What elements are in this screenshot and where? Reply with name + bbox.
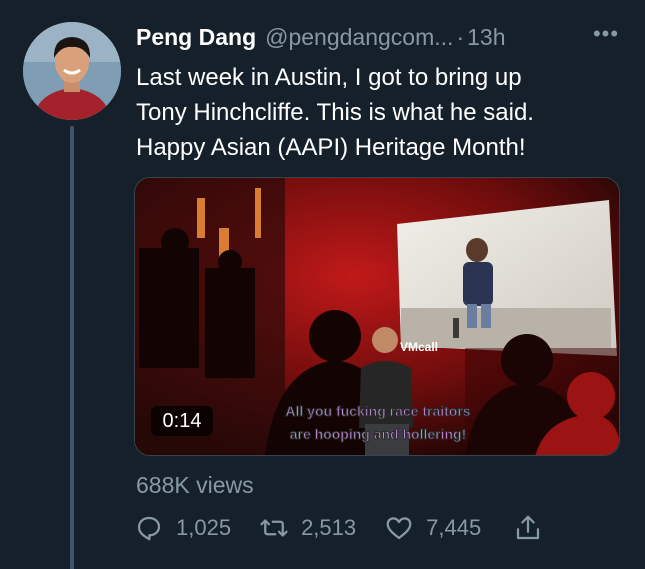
thread-line bbox=[70, 126, 74, 569]
avatar-image bbox=[23, 22, 121, 120]
share-button[interactable] bbox=[513, 513, 543, 543]
action-bar: 1,025 2,513 7,445 bbox=[134, 510, 543, 546]
like-button[interactable]: 7,445 bbox=[384, 513, 481, 543]
video-caption-line: are hooping and hollering! bbox=[290, 426, 467, 442]
tweet-text-line: Happy Asian (AAPI) Heritage Month! bbox=[136, 134, 526, 161]
tweet-header: Peng Dang @pengdangcom... · 13h bbox=[136, 22, 628, 52]
retweet-button[interactable]: 2,513 bbox=[259, 513, 356, 543]
tweet-timestamp[interactable]: 13h bbox=[467, 24, 505, 51]
author-handle[interactable]: @pengdangcom... bbox=[265, 24, 453, 51]
video-duration-badge: 0:14 bbox=[151, 406, 213, 436]
heart-icon bbox=[386, 517, 412, 540]
more-icon[interactable]: ••• bbox=[590, 22, 622, 50]
screen-logo: VMcall bbox=[400, 340, 438, 354]
reply-icon bbox=[137, 516, 161, 541]
reply-button[interactable]: 1,025 bbox=[134, 513, 231, 543]
tweet-text: Last week in Austin, I got to bring up T… bbox=[136, 60, 628, 165]
retweet-icon bbox=[260, 519, 288, 537]
avatar[interactable] bbox=[23, 22, 121, 120]
video-caption-line: All you fucking race traitors bbox=[285, 403, 470, 419]
author-name[interactable]: Peng Dang bbox=[136, 24, 256, 51]
tweet-text-line: Tony Hinchcliffe. This is what he said. bbox=[136, 99, 534, 126]
tweet-text-line: Last week in Austin, I got to bring up bbox=[136, 64, 522, 91]
retweet-count: 2,513 bbox=[301, 515, 357, 540]
reply-count: 1,025 bbox=[176, 515, 232, 540]
separator-dot: · bbox=[456, 23, 465, 50]
like-count: 7,445 bbox=[426, 515, 482, 540]
view-count: 688K views bbox=[136, 472, 254, 498]
share-icon bbox=[517, 515, 540, 540]
